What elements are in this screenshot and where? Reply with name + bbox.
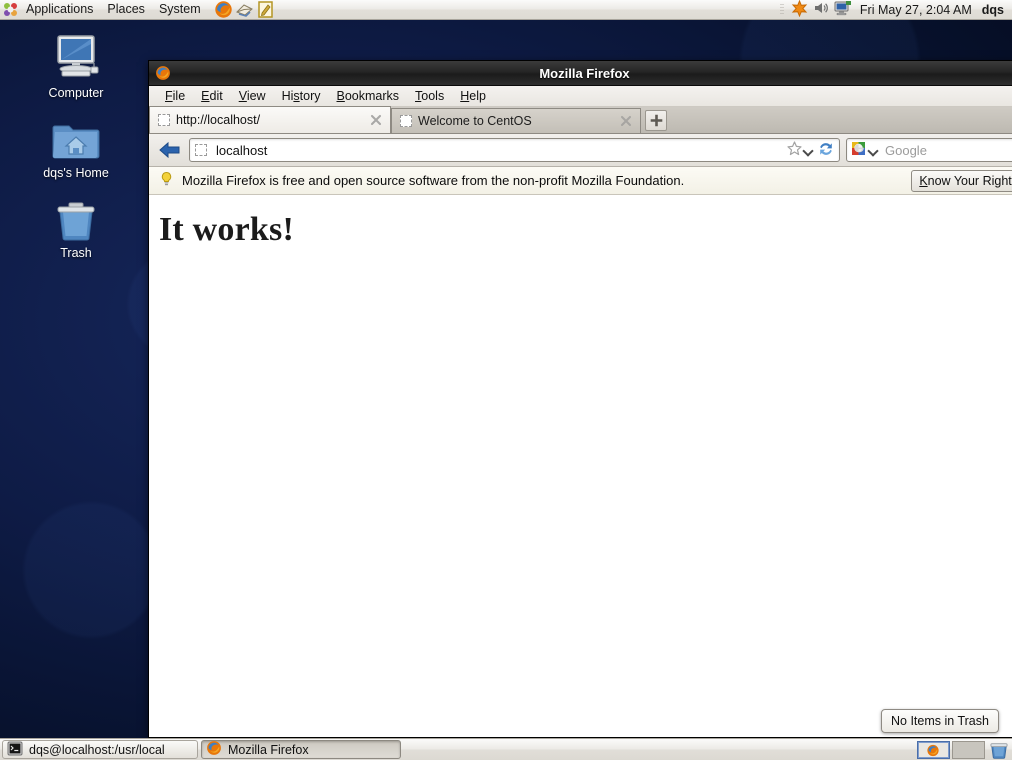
firefox-launcher[interactable] <box>214 0 233 19</box>
mail-icon[interactable] <box>235 0 254 19</box>
tab-label: http://localhost/ <box>176 113 261 127</box>
desktop-icon-home[interactable]: dqs's Home <box>20 112 132 181</box>
reload-icon[interactable] <box>817 140 835 161</box>
page-favicon-icon <box>195 144 207 156</box>
know-your-rights-button[interactable]: Know Your Rights <box>911 169 1012 192</box>
tab-favicon-icon <box>158 114 170 126</box>
desktop-icon-label: Trash <box>60 246 92 260</box>
workspace-switcher[interactable] <box>917 740 985 759</box>
search-bar[interactable]: Google <box>846 138 1012 162</box>
close-icon[interactable] <box>618 113 634 129</box>
menu-system[interactable]: System <box>152 0 208 19</box>
menu-file[interactable]: File <box>157 87 193 106</box>
notification-text: Mozilla Firefox is free and open source … <box>182 173 685 188</box>
user-menu[interactable]: dqs <box>980 3 1012 17</box>
applications-menu-icon <box>0 1 19 18</box>
computer-icon <box>20 32 132 82</box>
search-input[interactable]: Google <box>881 143 927 158</box>
tab-localhost[interactable]: http://localhost/ <box>149 106 391 133</box>
firefox-icon <box>206 740 222 759</box>
menubar: File Edit View History Bookmarks Tools H… <box>149 86 1012 107</box>
url-input[interactable]: localhost <box>207 143 786 158</box>
trash-icon <box>990 742 1008 759</box>
trash-applet[interactable] <box>988 740 1010 759</box>
chevron-down-icon[interactable] <box>804 146 813 155</box>
menu-history[interactable]: History <box>274 87 329 106</box>
navigation-toolbar: localhost Google <box>149 134 1012 167</box>
system-tray <box>779 0 852 20</box>
tab-favicon-icon <box>400 115 412 127</box>
google-icon[interactable] <box>851 141 866 159</box>
tab-bar: http://localhost/ Welcome to CentOS <box>149 106 1012 134</box>
network-monitor-icon[interactable] <box>834 0 852 19</box>
workspace-1[interactable] <box>917 740 950 759</box>
terminal-icon <box>7 741 23 759</box>
menu-applications[interactable]: Applications <box>19 0 100 19</box>
window-title: Mozilla Firefox <box>539 65 630 81</box>
tab-label: Welcome to CentOS <box>418 114 532 128</box>
taskbar-item-label: Mozilla Firefox <box>228 742 309 757</box>
taskbar-item-firefox[interactable]: Mozilla Firefox <box>201 740 401 759</box>
new-tab-button[interactable] <box>645 110 667 131</box>
taskbar-item-label: dqs@localhost:/usr/local <box>29 742 165 757</box>
tray-grip[interactable] <box>779 3 784 16</box>
menu-places[interactable]: Places <box>100 0 152 19</box>
menu-tools[interactable]: Tools <box>407 87 452 106</box>
close-icon[interactable] <box>368 112 384 128</box>
desktop-icon-label: Computer <box>48 86 104 100</box>
menu-help[interactable]: Help <box>452 87 494 106</box>
taskbar-item-terminal[interactable]: dqs@localhost:/usr/local <box>2 740 198 759</box>
desktop-icon-computer[interactable]: Computer <box>20 32 132 101</box>
orange-star-icon[interactable] <box>791 0 808 20</box>
menu-edit[interactable]: Edit <box>193 87 231 106</box>
menu-view[interactable]: View <box>231 87 274 106</box>
trash-icon <box>20 192 132 242</box>
menu-bookmarks[interactable]: Bookmarks <box>329 87 408 106</box>
lightbulb-icon <box>159 171 174 190</box>
page-content: It works! <box>149 195 1012 737</box>
speaker-icon[interactable] <box>813 0 829 19</box>
firefox-icon <box>926 744 940 757</box>
home-folder-icon <box>20 112 132 162</box>
page-heading: It works! <box>159 211 294 248</box>
desktop-icon-label: dqs's Home <box>43 166 109 180</box>
window-titlebar[interactable]: Mozilla Firefox <box>149 61 1012 86</box>
plus-icon <box>650 114 662 127</box>
clock[interactable]: Fri May 27, 2:04 AM <box>852 3 980 17</box>
firefox-icon <box>155 65 171 81</box>
chevron-down-icon[interactable] <box>869 146 878 155</box>
workspace-2[interactable] <box>952 740 985 759</box>
url-bar[interactable]: localhost <box>189 138 840 162</box>
back-arrow-icon[interactable] <box>157 137 183 163</box>
tab-welcome-to-centos[interactable]: Welcome to CentOS <box>391 108 641 133</box>
bottom-panel: dqs@localhost:/usr/local Mozilla Firefox <box>0 738 1012 760</box>
desktop-icon-trash[interactable]: Trash <box>20 192 132 261</box>
star-icon[interactable] <box>786 140 803 160</box>
trash-tooltip: No Items in Trash <box>881 709 999 733</box>
notification-bar: Mozilla Firefox is free and open source … <box>149 167 1012 195</box>
notepad-pencil-icon[interactable] <box>256 0 275 19</box>
firefox-window: Mozilla Firefox File Edit View History B… <box>148 60 1012 738</box>
top-panel: Applications Places System Fri May 27, 2… <box>0 0 1012 20</box>
